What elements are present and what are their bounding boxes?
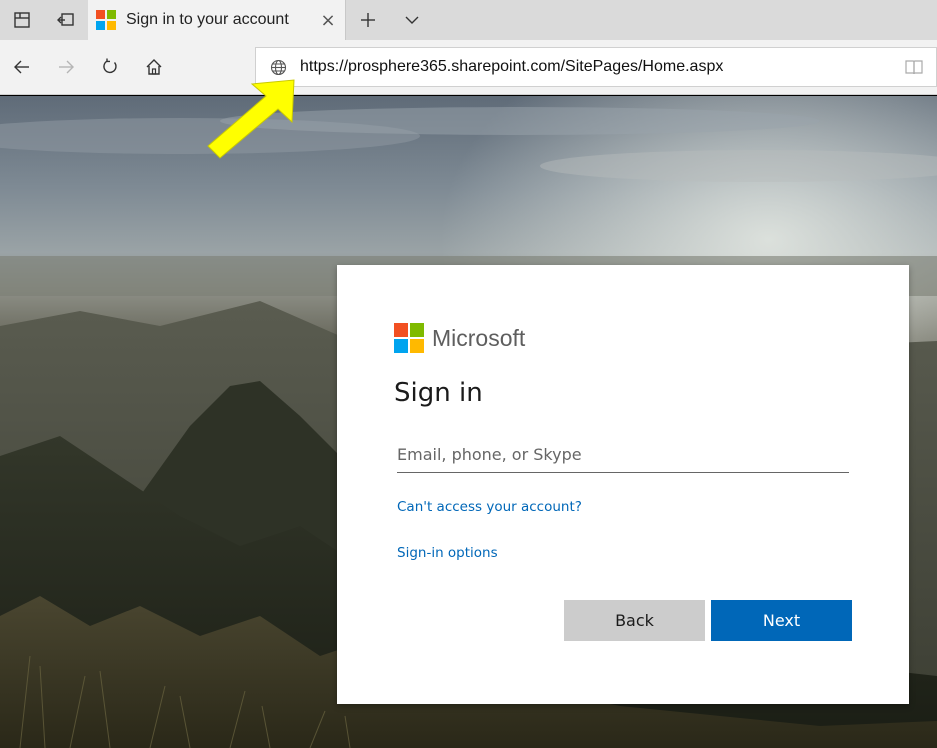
- email-field[interactable]: [397, 437, 849, 473]
- tab-list-button[interactable]: [390, 0, 434, 40]
- brand-name: Microsoft: [432, 324, 526, 351]
- cant-access-account-link[interactable]: Can't access your account?: [397, 499, 582, 515]
- refresh-icon: [103, 58, 117, 74]
- reading-view-icon: [905, 60, 923, 75]
- brand-header: Microsoft: [394, 323, 525, 353]
- plus-icon: [361, 13, 375, 27]
- address-bar[interactable]: https://prosphere365.sharepoint.com/Site…: [255, 47, 937, 87]
- sign-in-card: Microsoft Sign in Can't access your acco…: [337, 265, 909, 704]
- tab-sign-in[interactable]: Sign in to your account ×: [88, 0, 346, 40]
- annotation-arrow-icon: [207, 79, 295, 159]
- back-button[interactable]: Back: [564, 600, 705, 641]
- tab-preview-icon: [14, 12, 30, 28]
- next-button[interactable]: Next: [711, 600, 852, 641]
- tab-title: Sign in to your account: [126, 11, 289, 28]
- forward-arrow-icon: [59, 60, 74, 74]
- reading-view-button[interactable]: [892, 59, 936, 75]
- back-arrow-icon: [14, 60, 29, 74]
- tab-preview-button[interactable]: [0, 0, 44, 40]
- set-aside-tabs-button[interactable]: [44, 0, 88, 40]
- page-title: Sign in: [394, 378, 483, 408]
- home-button[interactable]: [132, 40, 176, 95]
- refresh-button[interactable]: [88, 40, 132, 95]
- set-aside-tabs-icon: [57, 13, 74, 26]
- close-tab-icon[interactable]: ×: [311, 0, 345, 40]
- sign-in-options-link[interactable]: Sign-in options: [397, 545, 498, 561]
- forward-button[interactable]: [44, 40, 88, 95]
- page-viewport: Microsoft Sign in Can't access your acco…: [0, 96, 937, 748]
- navigation-bar: https://prosphere365.sharepoint.com/Site…: [0, 40, 937, 95]
- home-icon: [146, 59, 162, 75]
- url-text[interactable]: https://prosphere365.sharepoint.com/Site…: [300, 58, 892, 76]
- microsoft-logo-icon: [394, 323, 424, 353]
- back-button[interactable]: [0, 40, 44, 95]
- new-tab-button[interactable]: [346, 0, 390, 40]
- tab-bar: Sign in to your account ×: [0, 0, 937, 40]
- chevron-down-icon: [405, 16, 419, 24]
- microsoft-favicon-icon: [96, 10, 116, 30]
